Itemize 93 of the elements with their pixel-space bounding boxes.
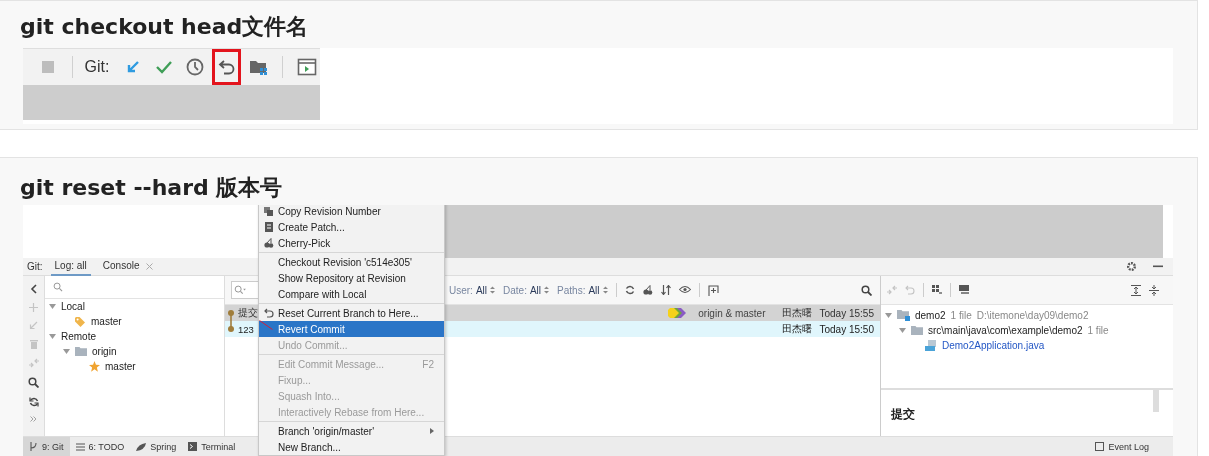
expand-arrow-icon[interactable] [899, 327, 906, 334]
sort-icon[interactable] [660, 285, 671, 295]
settings-icon[interactable] [1126, 261, 1137, 272]
new-tab-icon[interactable] [707, 284, 719, 296]
search-icon[interactable] [28, 377, 39, 388]
branch-item[interactable]: master [91, 316, 122, 327]
menu-item[interactable]: Branch 'origin/master' [259, 423, 444, 439]
change-tree-item[interactable]: demo2 [915, 310, 946, 321]
search-icon [234, 285, 246, 295]
menu-item[interactable]: Show Repository at Revision [259, 270, 444, 286]
menu-item[interactable]: Copy Revision Number [259, 205, 444, 219]
tool-tab[interactable]: Log: all [50, 257, 91, 276]
filter-dropdown[interactable]: User: All [449, 284, 496, 296]
menu-item[interactable]: Checkout Revision 'c514e305' [259, 254, 444, 270]
tool-tab[interactable]: Console [98, 257, 144, 276]
commit-author: 田杰曙 [781, 322, 812, 336]
menu-item[interactable]: New Branch... [259, 439, 444, 455]
branch-label: origin & master [698, 307, 766, 319]
document-icon [264, 222, 273, 232]
search-icon [53, 282, 63, 292]
expand-arrow-icon[interactable] [885, 312, 892, 319]
branch-item[interactable]: master [105, 361, 136, 372]
event-log-icon [1095, 442, 1105, 451]
group-icon[interactable] [932, 285, 942, 295]
commit-message: 123 [238, 323, 254, 335]
tool-window-button[interactable]: Spring [130, 437, 183, 456]
toolbar-label: Git: [84, 58, 110, 76]
tool-window-button[interactable]: Terminal [182, 437, 242, 456]
branch-item[interactable]: Remote [61, 331, 96, 342]
leaf-icon [136, 442, 147, 451]
branch-item[interactable]: Local [61, 301, 85, 312]
menu-item[interactable]: Cherry-Pick [259, 235, 444, 251]
section-heading: git reset --hard 版本号 [20, 174, 284, 202]
refresh-icon[interactable] [28, 397, 39, 407]
folder-icon[interactable] [248, 59, 269, 75]
menu-item[interactable]: Create Patch... [259, 219, 444, 235]
preview-icon[interactable] [959, 285, 970, 295]
filter-dropdown[interactable]: Date: All [503, 284, 550, 296]
file-count: 1 file [950, 310, 972, 321]
commit-details-title: 提交 [891, 406, 915, 423]
folder-icon [75, 347, 87, 356]
expand-arrow-icon[interactable] [63, 348, 70, 355]
expand-arrow-icon[interactable] [49, 333, 56, 340]
commit-graph-drawing [227, 309, 235, 333]
event-log-button[interactable]: Event Log [1089, 437, 1155, 456]
collapse-all-icon[interactable] [1149, 284, 1159, 296]
list-icon [75, 442, 85, 451]
filter-dropdown[interactable]: Paths: All [557, 284, 608, 296]
sort-arrows-icon [602, 286, 608, 294]
commit-check-icon[interactable] [154, 59, 173, 75]
eye-icon[interactable] [678, 285, 691, 295]
module-path: D:\itemone\day09\demo2 [976, 310, 1089, 321]
commit-date: Today 15:55 [819, 307, 874, 319]
refresh-icon[interactable] [624, 285, 635, 295]
change-tree-item[interactable]: Demo2Application.java [942, 340, 1045, 351]
commit-author: 田杰曙 [781, 306, 812, 320]
branch-item[interactable]: origin [92, 346, 117, 357]
commit-message: 提交 [238, 306, 258, 320]
sort-arrows-icon [544, 286, 550, 294]
sort-arrows-icon [490, 286, 496, 294]
tool-window-button[interactable]: 6: TODO [69, 437, 131, 456]
menu-item[interactable]: Compare with Local [259, 286, 444, 302]
history-clock-icon[interactable] [185, 58, 204, 76]
expand-arrow-icon[interactable] [49, 303, 56, 310]
folder-icon [911, 326, 923, 335]
scrollbar[interactable] [1153, 390, 1159, 412]
tool-window-label: Git: [27, 261, 43, 272]
menu-item[interactable]: Revert Commit [259, 321, 444, 337]
expand-all-icon[interactable] [1131, 284, 1141, 296]
cherry-icon [263, 238, 274, 248]
copy-icon [264, 206, 273, 216]
section-heading: git checkout head文件名 [20, 13, 310, 41]
java-file-icon [925, 340, 937, 351]
menu-item[interactable]: Reset Current Branch to Here... [259, 305, 444, 321]
undo-arrow-icon [263, 308, 274, 318]
terminal-icon [188, 442, 198, 451]
star-icon [89, 361, 100, 372]
search-icon[interactable] [861, 284, 872, 296]
minimize-icon[interactable] [1153, 265, 1163, 268]
file-count: 1 file [1087, 325, 1109, 336]
log-search-field[interactable] [231, 281, 259, 299]
cherry-icon[interactable] [642, 285, 653, 295]
toolbar-button[interactable] [212, 49, 242, 85]
tool-window-button[interactable]: 9: Git [23, 437, 70, 456]
checkout-arrow-icon[interactable] [29, 321, 38, 330]
collapse-icon[interactable] [29, 284, 38, 294]
change-tree-item[interactable]: src\main\java\com\example\demo2 [928, 325, 1083, 336]
rollback-icon[interactable] [217, 59, 236, 75]
tag-icon [75, 316, 86, 327]
terminal-icon[interactable] [296, 58, 317, 76]
module-folder-icon [897, 310, 910, 321]
commit-date: Today 15:50 [819, 323, 874, 335]
branch-icon [29, 442, 38, 451]
